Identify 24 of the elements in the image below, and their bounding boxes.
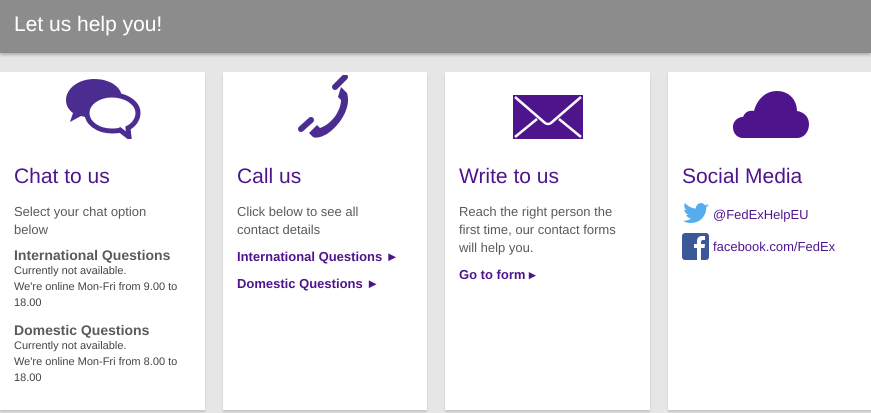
bird-icon [682,203,708,225]
section-heading: Domestic Questions [14,322,150,338]
availability-text: Currently not available. [14,339,127,354]
availability-text: We're online Mon-Fri from 9.00 to 18.00 [14,280,178,311]
link[interactable]: International Questions ► [237,249,399,264]
card-title: Chat to us [14,165,110,189]
description-text: Reach the right person the first time, our contact forms will help you. [459,203,617,257]
chat-bubbles-icon [64,77,142,139]
card-title: Call us [237,165,302,189]
link[interactable]: Go to form ▸ [459,267,536,282]
card-title: Write to us [459,165,559,189]
section-heading: International Questions [14,247,170,263]
facebook-icon [682,233,709,260]
social-link[interactable]: @FedExHelpEU [713,206,809,222]
card-title: Social Media [682,165,802,189]
description-text: Select your chat option below [14,203,148,239]
social-link[interactable]: facebook.com/FedEx [713,239,836,254]
availability-text: We're online Mon-Fri from 8.00 to 18.00 [14,355,178,386]
availability-text: Currently not available. [14,264,127,279]
page-title: Let us help you! [13,12,164,37]
description-text: Click below to see all contact details [237,203,360,239]
cloud-icon [732,91,808,139]
link[interactable]: Domestic Questions ► [237,276,380,291]
envelope-icon [512,95,582,139]
